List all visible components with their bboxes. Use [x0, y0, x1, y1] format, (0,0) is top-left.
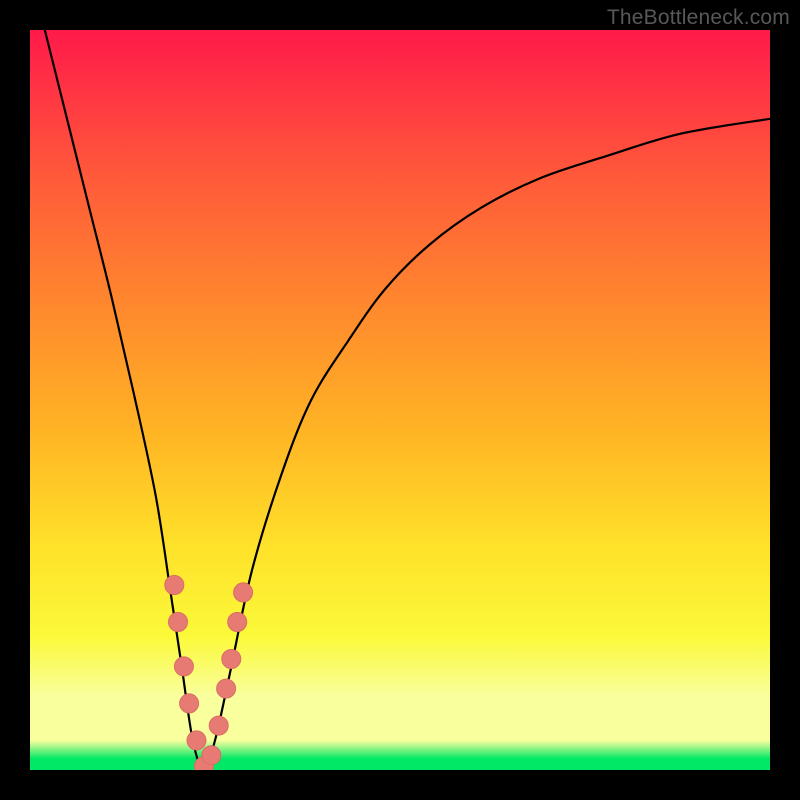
data-point-marker: [209, 716, 228, 735]
watermark-text: TheBottleneck.com: [607, 6, 790, 30]
data-point-marker: [202, 746, 221, 765]
data-point-marker: [180, 694, 199, 713]
chart-frame: TheBottleneck.com: [0, 0, 800, 800]
data-point-marker: [217, 679, 236, 698]
data-point-marker: [174, 657, 193, 676]
data-point-marker: [228, 613, 247, 632]
gradient-background: [30, 30, 770, 770]
data-point-marker: [222, 650, 241, 669]
data-point-marker: [187, 731, 206, 750]
chart-svg: [30, 30, 770, 770]
data-point-marker: [234, 583, 253, 602]
data-point-marker: [165, 576, 184, 595]
plot-area: [30, 30, 770, 770]
data-point-marker: [169, 613, 188, 632]
